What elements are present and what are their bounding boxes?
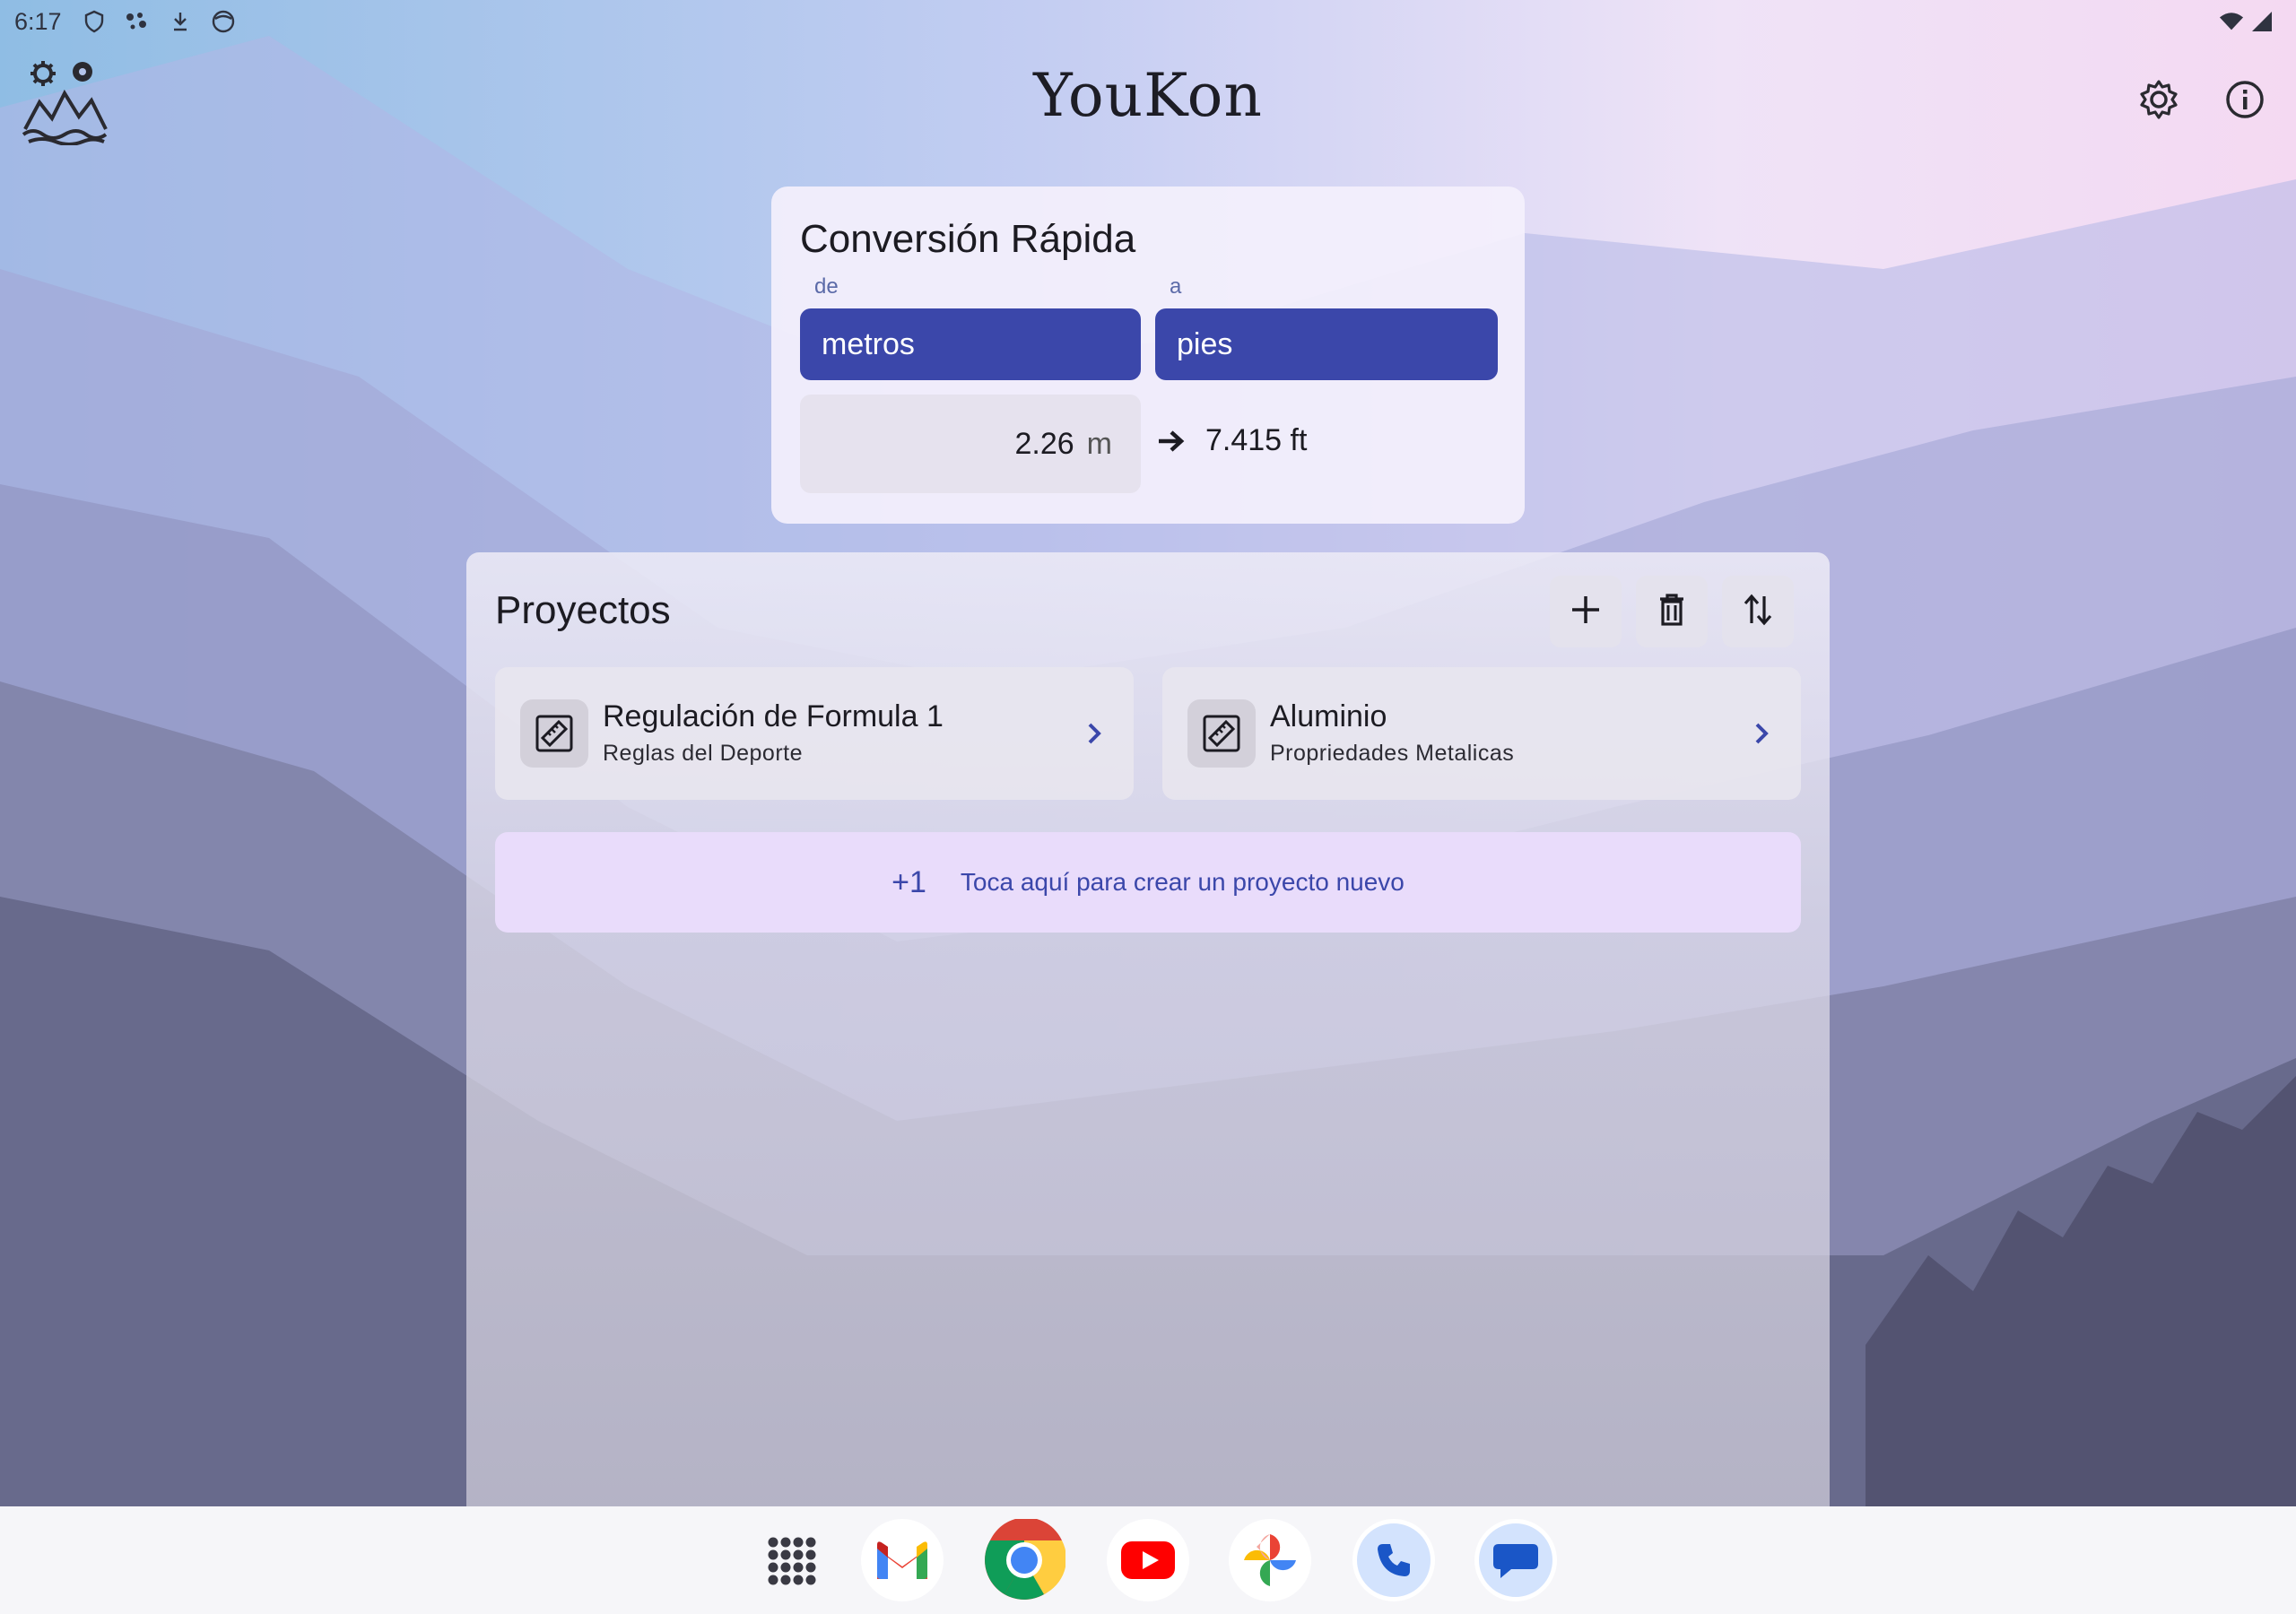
from-unit-button[interactable]: metros [800, 308, 1141, 380]
delete-icon [1657, 593, 1687, 631]
chevron-right-icon [1744, 716, 1779, 751]
arrow-right-icon [1157, 429, 1186, 454]
ruler-icon [520, 699, 588, 768]
project-subtitle: Propriedades Metalicas [1270, 741, 1515, 766]
face-icon [211, 9, 236, 34]
to-label: a [1170, 274, 1182, 299]
project-card[interactable]: Aluminio Propriedades Metalicas [1162, 667, 1801, 800]
app-dock [0, 1506, 2296, 1614]
new-project-text: Toca aquí para crear un proyecto nuevo [960, 868, 1405, 896]
add-icon [1570, 594, 1602, 630]
create-project-button[interactable]: +1 Toca aquí para crear un proyecto nuev… [495, 832, 1801, 933]
status-bar: 6:17 [0, 0, 2296, 43]
photos-icon[interactable] [1229, 1519, 1311, 1601]
settings-button[interactable] [2133, 75, 2185, 127]
ruler-icon [1187, 699, 1256, 768]
quick-conversion-card: Conversión Rápida de a metros pies 2.26 … [771, 187, 1525, 524]
settings-icon [2138, 79, 2179, 125]
youtube-icon[interactable] [1107, 1519, 1189, 1601]
to-unit-button[interactable]: pies [1155, 308, 1498, 380]
download-icon [168, 9, 193, 34]
sort-projects-button[interactable] [1722, 576, 1794, 647]
cell-signal-icon [2249, 9, 2274, 34]
conversion-result: 7.415 ft [1157, 423, 1307, 458]
quick-conversion-title: Conversión Rápida [800, 217, 1136, 261]
shield-icon [82, 9, 107, 34]
input-unit: m [1086, 426, 1112, 461]
input-value: 2.26 [1014, 426, 1074, 461]
project-name: Aluminio [1270, 699, 1387, 733]
add-project-button[interactable] [1550, 576, 1622, 647]
project-card[interactable]: Regulación de Formula 1 Reglas del Depor… [495, 667, 1134, 800]
project-subtitle: Reglas del Deporte [603, 741, 804, 766]
value-input[interactable]: 2.26 m [800, 395, 1141, 493]
assistant-dots-icon [125, 9, 150, 34]
chrome-icon[interactable] [983, 1519, 1065, 1601]
gmail-icon[interactable] [861, 1519, 944, 1601]
top-app-bar: YouKon [0, 43, 2296, 160]
result-value: 7.415 ft [1205, 423, 1308, 457]
status-time: 6:17 [14, 7, 62, 35]
info-icon [2225, 80, 2265, 124]
new-project-badge: +1 [891, 864, 926, 899]
wifi-icon [2219, 9, 2244, 34]
from-label: de [814, 274, 839, 299]
messages-icon[interactable] [1474, 1519, 1557, 1601]
projects-panel: Proyectos Regulación de Formula 1 Reglas… [466, 552, 1830, 1506]
phone-icon[interactable] [1352, 1519, 1435, 1601]
sort-icon [1743, 593, 1773, 631]
app-drawer-icon[interactable] [750, 1519, 832, 1601]
delete-project-button[interactable] [1636, 576, 1708, 647]
project-name: Regulación de Formula 1 [603, 699, 944, 733]
info-button[interactable] [2219, 75, 2271, 127]
app-title: YouKon [1033, 61, 1263, 130]
projects-title: Proyectos [495, 588, 671, 632]
chevron-right-icon [1076, 716, 1112, 751]
